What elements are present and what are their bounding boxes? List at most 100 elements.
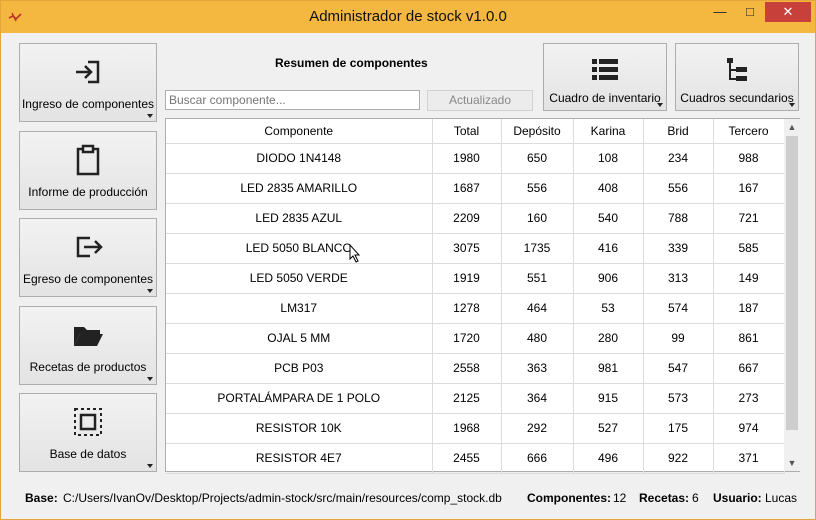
login-icon [76,60,100,84]
folder-open-icon [74,327,103,346]
dropdown-arrow-icon [147,464,153,468]
list-icon [592,59,618,80]
cell-componente: LM317 [166,293,433,324]
cell-brid: 234 [643,143,714,174]
cell-karina: 540 [573,203,644,234]
cell-deposito: 464 [501,293,574,324]
cell-total: 1968 [432,413,502,444]
cell-total: 2125 [432,383,502,414]
components-table[interactable]: Componente Total Depósito Karina Brid Te… [165,118,800,474]
cell-componente: LED 5050 VERDE [166,263,433,294]
cell-tercero: 167 [713,173,785,204]
cell-total: 2209 [432,203,502,234]
cell-brid: 339 [643,233,714,264]
cell-karina: 53 [573,293,644,324]
table-row[interactable]: LED 5050 VERDE 1919 551 906 313 149 [166,263,785,294]
cell-tercero: 585 [713,233,785,264]
cell-brid: 573 [643,383,714,414]
close-button[interactable]: ✕ [765,2,811,22]
column-header-tercero[interactable]: Tercero [713,119,785,144]
table-row[interactable]: PORTALÁMPARA DE 1 POLO 2125 364 915 573 … [166,383,785,414]
base-path: C:/Users/IvanOv/Desktop/Projects/admin-s… [63,491,502,505]
dropdown-arrow-icon [147,114,153,118]
cell-deposito: 650 [501,143,574,174]
column-header-deposito[interactable]: Depósito [501,119,574,144]
cell-karina: 981 [573,353,644,384]
maximize-button[interactable]: □ [737,2,763,22]
table-row[interactable]: LED 5050 BLANCO 3075 1735 416 339 585 [166,233,785,264]
dropdown-arrow-icon [147,377,153,381]
user-name: Lucas [765,491,798,505]
cell-brid: 788 [643,203,714,234]
main-panel: Ingreso de componentes Informe de produc… [9,33,807,512]
cell-karina: 416 [573,233,644,264]
cell-brid: 99 [643,323,714,354]
egreso-componentes-label: Egreso de componentes [22,272,154,286]
cell-total: 1980 [432,143,502,174]
column-header-brid[interactable]: Brid [643,119,714,144]
cell-componente: PCB P03 [166,353,433,384]
base-datos-button[interactable]: Base de datos [19,393,157,472]
informe-produccion-button[interactable]: Informe de producción [19,131,157,210]
table-row[interactable]: OJAL 5 MM 1720 480 280 99 861 [166,323,785,354]
cell-tercero: 273 [713,383,785,414]
dropdown-arrow-icon [657,103,663,107]
cell-tercero: 721 [713,203,785,234]
cell-tercero: 667 [713,353,785,384]
cell-karina: 408 [573,173,644,204]
recetas-productos-button[interactable]: Recetas de productos [19,306,157,385]
base-label: Base: [25,491,58,505]
search-input[interactable] [165,90,420,110]
user-label: Usuario: [713,491,762,505]
cell-total: 3075 [432,233,502,264]
scroll-down-icon[interactable]: ▼ [784,455,800,471]
database-select-icon [74,408,102,436]
scroll-thumb[interactable] [786,136,798,430]
cell-total: 1687 [432,173,502,204]
cell-tercero: 187 [713,293,785,324]
cell-total: 1720 [432,323,502,354]
title-bar[interactable]: Administrador de stock v1.0.0 — □ ✕ [1,1,815,33]
egreso-componentes-button[interactable]: Egreso de componentes [19,218,157,297]
base-datos-label: Base de datos [49,447,127,461]
table-header-row: Componente Total Depósito Karina Brid Te… [166,119,785,144]
secondary-charts-button[interactable]: Cuadros secundarios [675,43,799,111]
cell-brid: 574 [643,293,714,324]
dropdown-arrow-icon [147,289,153,293]
updated-button[interactable]: Actualizado [427,90,533,111]
cell-total: 1919 [432,263,502,294]
cell-brid: 547 [643,353,714,384]
inventory-chart-button[interactable]: Cuadro de inventario [543,43,667,111]
cell-karina: 496 [573,443,644,474]
cell-karina: 527 [573,413,644,444]
scroll-up-icon[interactable]: ▲ [784,119,800,135]
column-header-total[interactable]: Total [432,119,502,144]
vertical-scrollbar[interactable]: ▲ ▼ [784,119,800,471]
table-row[interactable]: PCB P03 2558 363 981 547 667 [166,353,785,384]
table-row[interactable]: LED 2835 AMARILLO 1687 556 408 556 167 [166,173,785,204]
cell-deposito: 666 [501,443,574,474]
table-row[interactable]: LM317 1278 464 53 574 187 [166,293,785,324]
mouse-cursor-icon [349,244,361,263]
cell-componente: LED 2835 AMARILLO [166,173,433,204]
ingreso-componentes-label: Ingreso de componentes [21,97,155,111]
table-row[interactable]: DIODO 1N4148 1980 650 108 234 988 [166,143,785,174]
components-label: Componentes: [527,491,611,505]
informe-produccion-label: Informe de producción [28,185,148,199]
secondary-charts-label: Cuadros secundarios [680,91,794,105]
table-row[interactable]: RESISTOR 4E7 2455 666 496 922 371 [166,443,785,474]
cell-deposito: 364 [501,383,574,414]
cell-tercero: 974 [713,413,785,444]
ingreso-componentes-button[interactable]: Ingreso de componentes [19,43,157,122]
table-row[interactable]: RESISTOR 10K 1968 292 527 175 974 [166,413,785,444]
app-window: Administrador de stock v1.0.0 — □ ✕ Ingr… [0,0,816,520]
cell-componente: RESISTOR 10K [166,413,433,444]
column-header-componente[interactable]: Componente [166,119,433,144]
cell-karina: 906 [573,263,644,294]
cell-componente: LED 2835 AZUL [166,203,433,234]
minimize-button[interactable]: — [707,2,733,22]
table-row[interactable]: LED 2835 AZUL 2209 160 540 788 721 [166,203,785,234]
cell-deposito: 551 [501,263,574,294]
column-header-karina[interactable]: Karina [573,119,644,144]
cell-brid: 556 [643,173,714,204]
